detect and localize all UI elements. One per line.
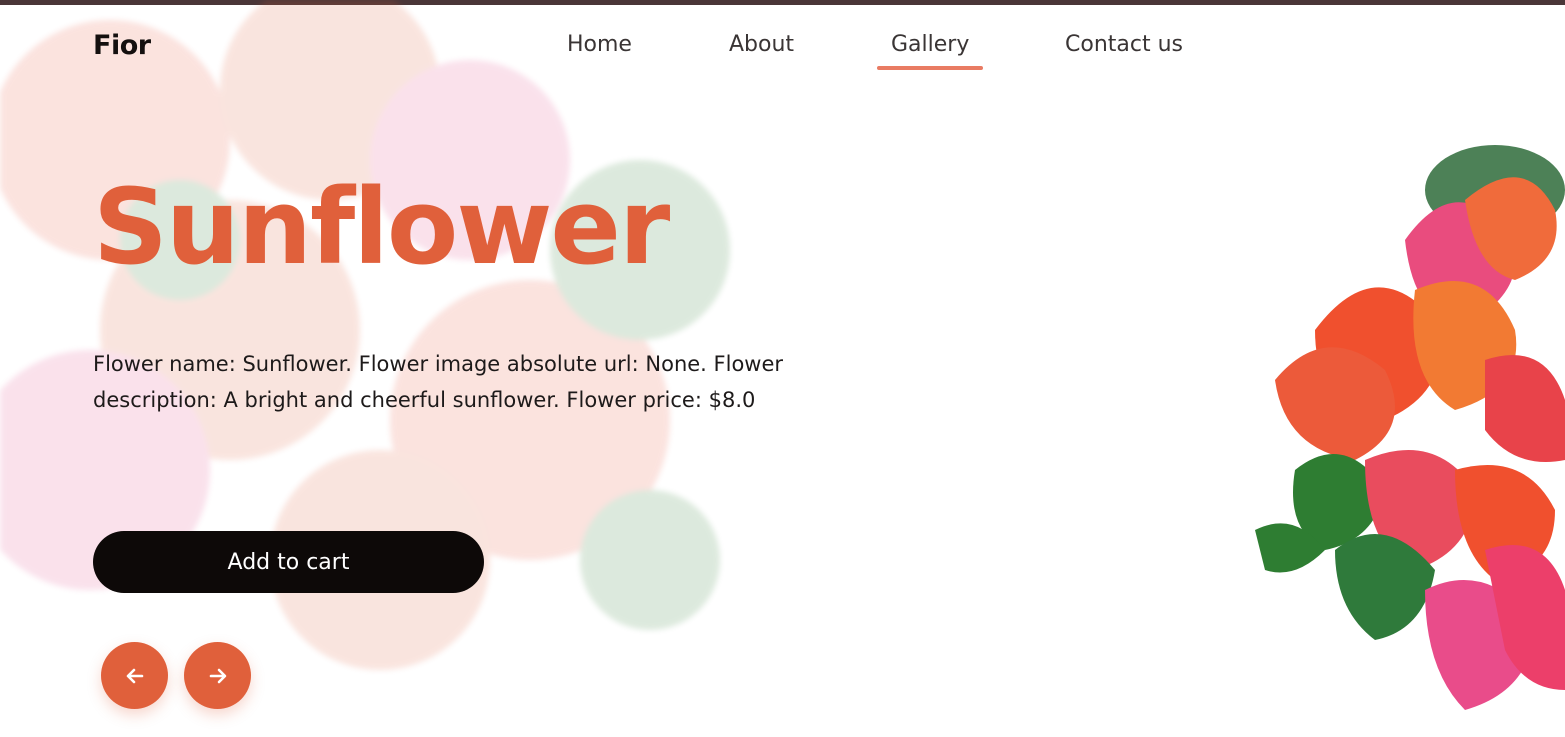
hero-title: Sunflower xyxy=(93,166,670,288)
bougainvillea-image xyxy=(1255,145,1565,710)
nav-item-gallery[interactable]: Gallery xyxy=(876,32,984,70)
hero-description: Flower name: Sunflower. Flower image abs… xyxy=(93,352,784,412)
main-nav: Home About Gallery Contact us xyxy=(0,30,1565,70)
nav-item-home[interactable]: Home xyxy=(567,32,632,57)
arrow-left-icon xyxy=(126,668,143,683)
arrow-right-icon xyxy=(209,668,226,683)
carousel-next-button[interactable] xyxy=(184,642,251,709)
carousel-prev-button[interactable] xyxy=(101,642,168,709)
nav-item-contact[interactable]: Contact us xyxy=(1065,32,1183,57)
nav-item-about[interactable]: About xyxy=(729,32,794,57)
page: Fior Home About Gallery Contact us Sunfl… xyxy=(0,0,1565,737)
add-to-cart-button[interactable]: Add to cart xyxy=(93,531,484,593)
